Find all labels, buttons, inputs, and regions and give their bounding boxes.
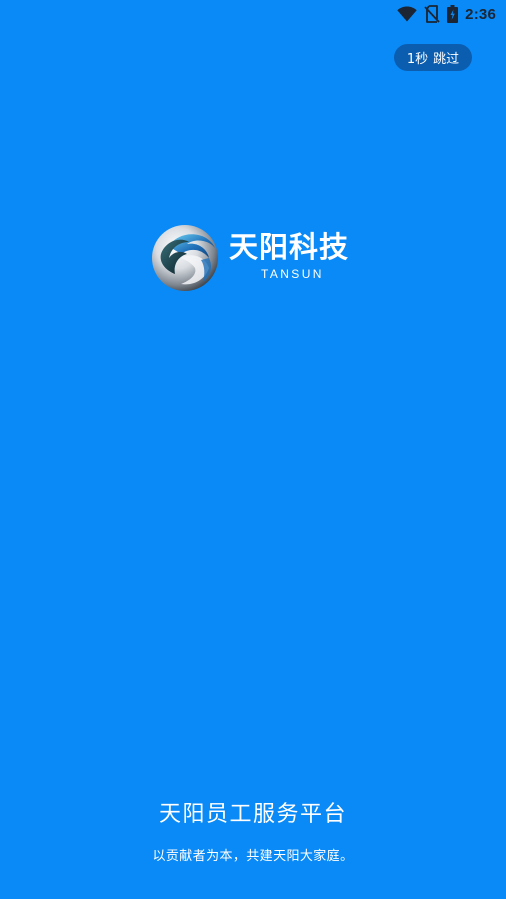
status-icons: 2:36: [397, 4, 496, 24]
company-logo: 天阳科技 TANSUN: [151, 223, 357, 293]
status-bar: 2:36: [0, 0, 506, 28]
slogan-text: 以贡献者为本，共建天阳大家庭。: [152, 849, 354, 864]
skip-label: 跳过: [433, 52, 460, 67]
skip-countdown: 1秒: [406, 52, 429, 67]
status-time: 2:36: [465, 5, 496, 23]
battery-icon: [447, 5, 459, 23]
splash-screen: 2:36 1秒 跳过 天阳科技 TANSUN 天阳员工服务平台 以贡献者为本，共…: [0, 0, 506, 899]
platform-title: 天阳员工服务平台: [158, 802, 347, 827]
logo-company-name-en: TANSUN: [261, 267, 324, 281]
tansun-emblem-icon: [152, 225, 218, 291]
no-sim-icon: [424, 5, 440, 23]
skip-button[interactable]: 1秒 跳过: [394, 44, 472, 71]
wifi-icon: [397, 6, 417, 22]
logo-company-name-cn: 天阳科技: [229, 230, 350, 264]
